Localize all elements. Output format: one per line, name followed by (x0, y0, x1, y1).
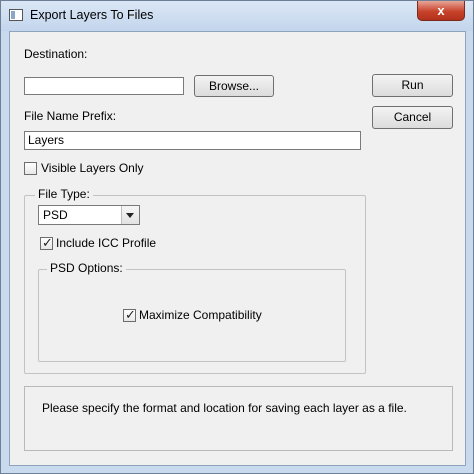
title-bar[interactable]: Export Layers To Files x (1, 1, 473, 31)
destination-label: Destination: (24, 47, 88, 61)
export-layers-dialog: Export Layers To Files x Destination: Br… (0, 0, 474, 474)
prefix-label: File Name Prefix: (24, 109, 117, 123)
cancel-button[interactable]: Cancel (372, 106, 453, 129)
file-type-selected: PSD (43, 208, 68, 222)
checkmark-icon: ✓ (42, 235, 53, 250)
dropdown-button[interactable] (121, 206, 139, 224)
status-message: Please specify the format and location f… (42, 401, 407, 415)
file-type-legend: File Type: (35, 187, 93, 201)
close-button[interactable]: x (417, 1, 465, 21)
visible-layers-checkbox[interactable] (24, 162, 37, 175)
destination-field[interactable] (24, 77, 184, 95)
message-panel: Please specify the format and location f… (24, 386, 453, 451)
visible-layers-label[interactable]: Visible Layers Only (41, 161, 144, 175)
maximize-compatibility-label[interactable]: Maximize Compatibility (139, 308, 262, 322)
maximize-compatibility-checkbox[interactable]: ✓ (123, 307, 136, 322)
psd-options-legend: PSD Options: (47, 261, 126, 275)
dialog-body: Destination: Browse... Run Cancel File N… (9, 31, 466, 466)
close-icon: x (437, 3, 445, 18)
window-icon (9, 9, 23, 21)
include-icc-label[interactable]: Include ICC Profile (56, 236, 156, 250)
run-button[interactable]: Run (372, 74, 453, 97)
chevron-down-icon (126, 213, 134, 218)
file-type-select[interactable]: PSD (38, 205, 140, 225)
window-title: Export Layers To Files (30, 8, 154, 22)
prefix-field[interactable]: Layers (24, 131, 361, 150)
checkmark-icon: ✓ (125, 307, 136, 322)
include-icc-checkbox[interactable]: ✓ (40, 235, 53, 250)
browse-button[interactable]: Browse... (194, 75, 274, 97)
